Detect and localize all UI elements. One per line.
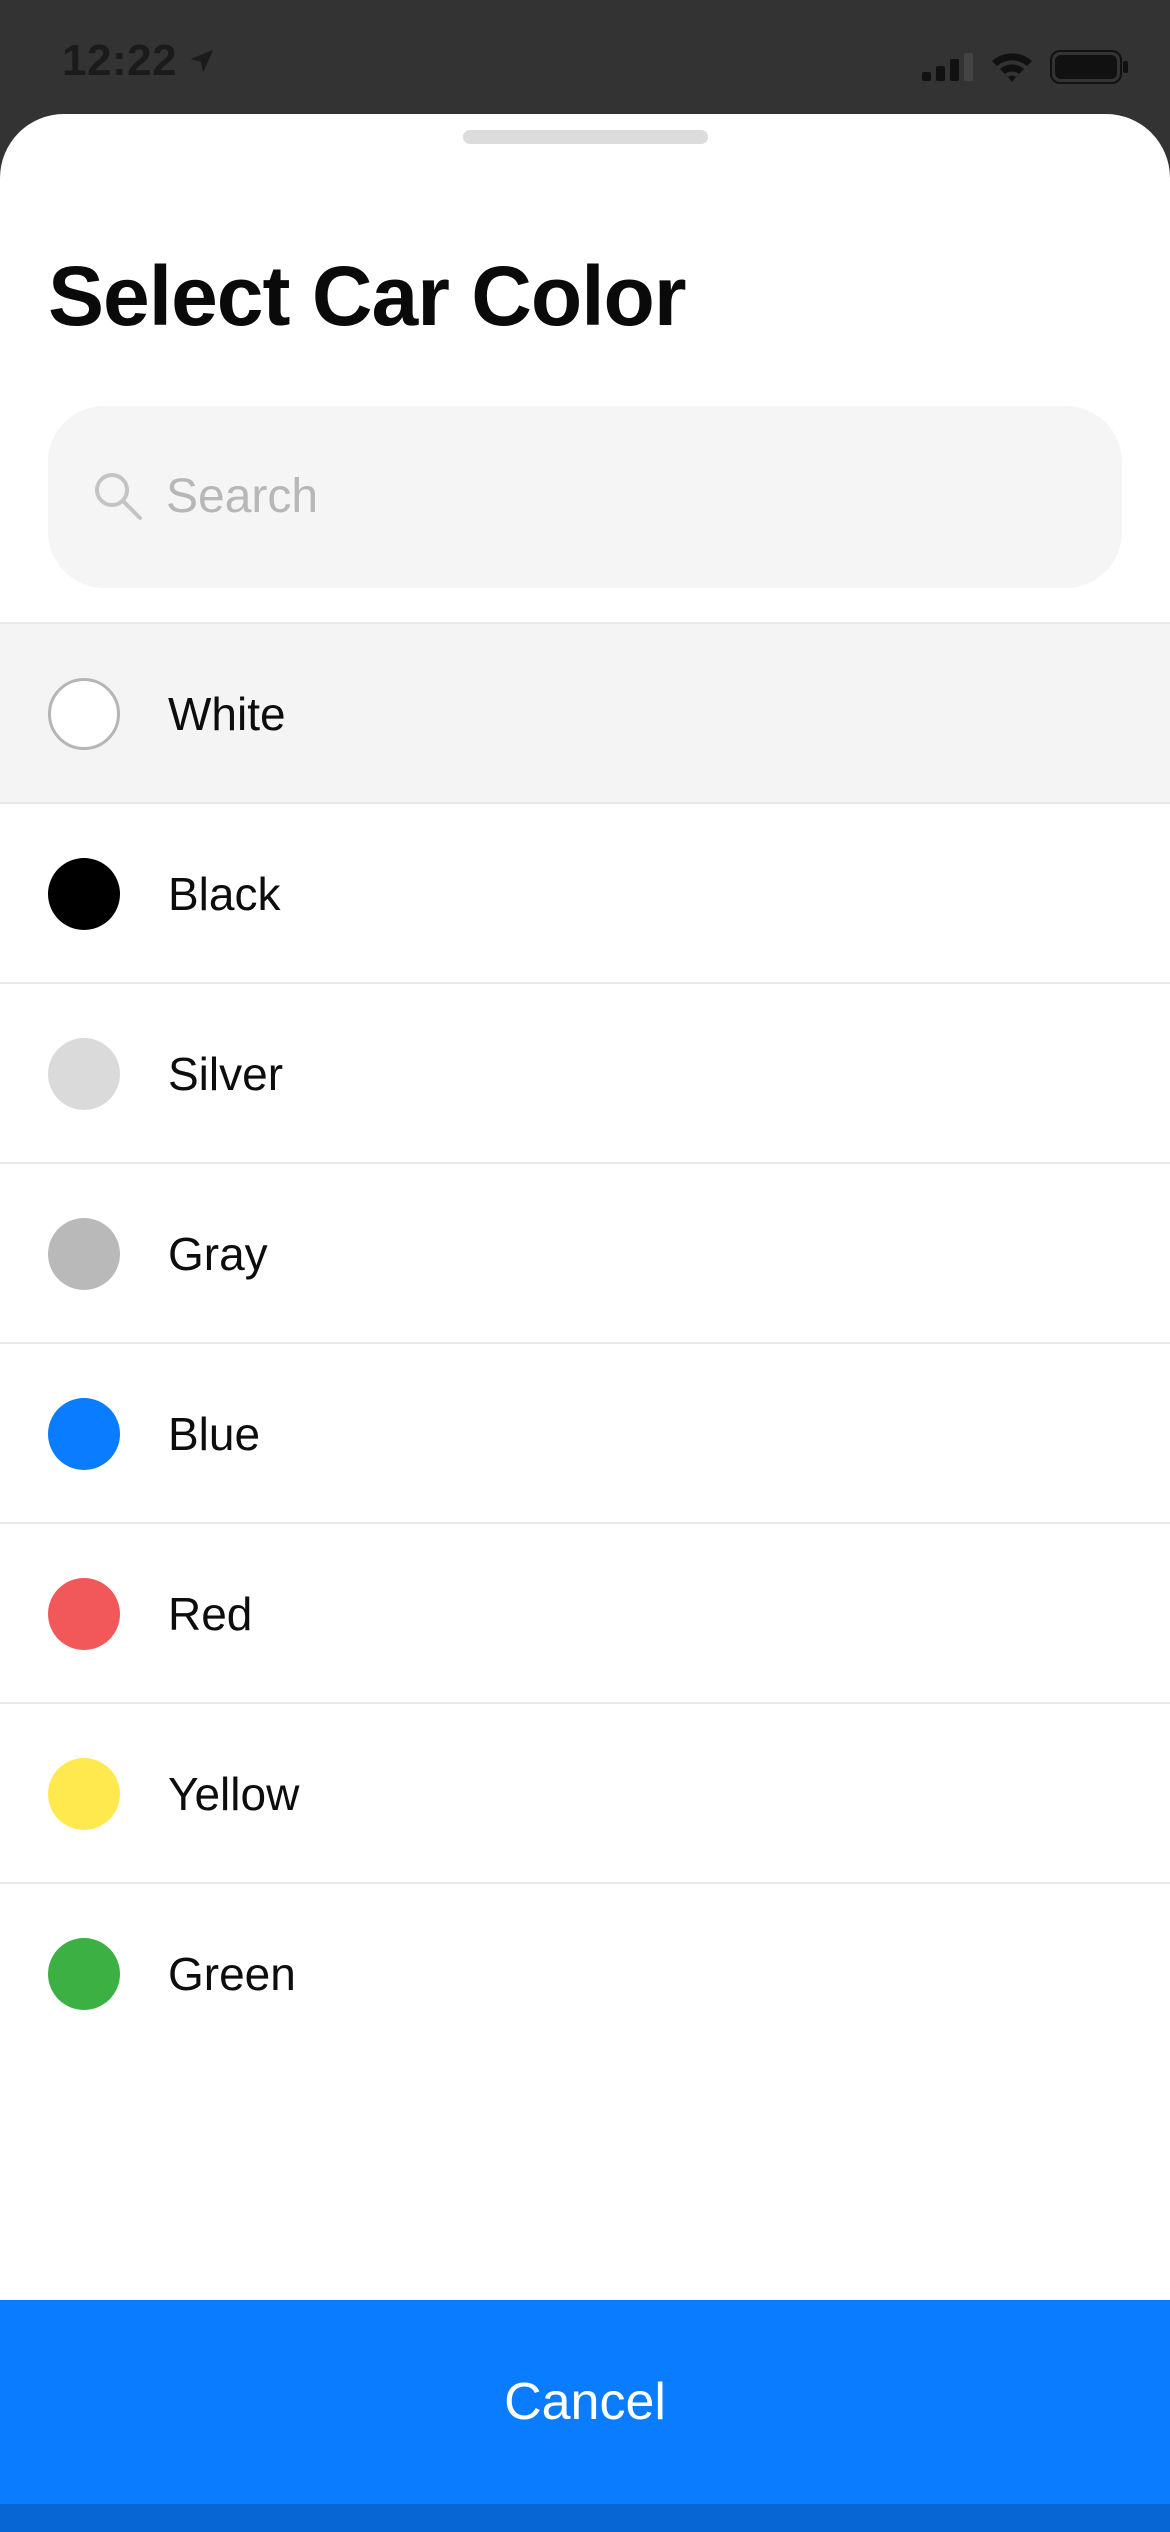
color-label: Blue [168,1408,261,1460]
color-swatch [48,1398,120,1470]
sheet-grabber[interactable] [463,130,708,144]
color-option-silver[interactable]: Silver [0,984,1170,1164]
search-icon [95,473,142,520]
search-box[interactable] [48,406,1122,588]
color-label: White [168,688,286,740]
color-swatch [48,1938,120,2010]
wifi-icon [992,53,1032,82]
color-option-green[interactable]: Green [0,1884,1170,2062]
cancel-button[interactable]: Cancel [0,2300,1170,2504]
color-picker-sheet: Select Car Color White Black Silver Gray Blu… [0,114,1170,2532]
color-option-red[interactable]: Red [0,1524,1170,1704]
status-time-text: 12:22 [62,36,178,85]
location-arrow-icon [190,49,214,73]
color-swatch [48,1578,120,1650]
cellular-signal-icon [922,53,973,81]
color-swatch [48,1218,120,1290]
color-label: Black [168,868,281,920]
color-option-black[interactable]: Black [0,804,1170,984]
color-swatch [48,678,120,750]
color-option-white[interactable]: White [0,624,1170,804]
color-option-gray[interactable]: Gray [0,1164,1170,1344]
color-label: Gray [168,1228,268,1280]
color-label: Silver [168,1048,284,1100]
color-option-yellow[interactable]: Yellow [0,1704,1170,1884]
color-label: Red [168,1588,253,1640]
color-swatch [48,1038,120,1110]
status-time: 12:22 [62,36,217,86]
color-label: Yellow [168,1768,300,1820]
battery-icon [1050,50,1128,84]
status-bar: 12:22 [0,0,1170,120]
color-option-blue[interactable]: Blue [0,1344,1170,1524]
color-swatch [48,858,120,930]
page-title: Select Car Color [48,249,687,343]
color-swatch [48,1758,120,1830]
status-icons [922,50,1130,84]
search-input[interactable] [166,456,1066,536]
color-label: Green [168,1948,296,2000]
color-list: White Black Silver Gray Blue Red Yellow Green [0,622,1170,2062]
home-indicator-area [0,2504,1170,2532]
